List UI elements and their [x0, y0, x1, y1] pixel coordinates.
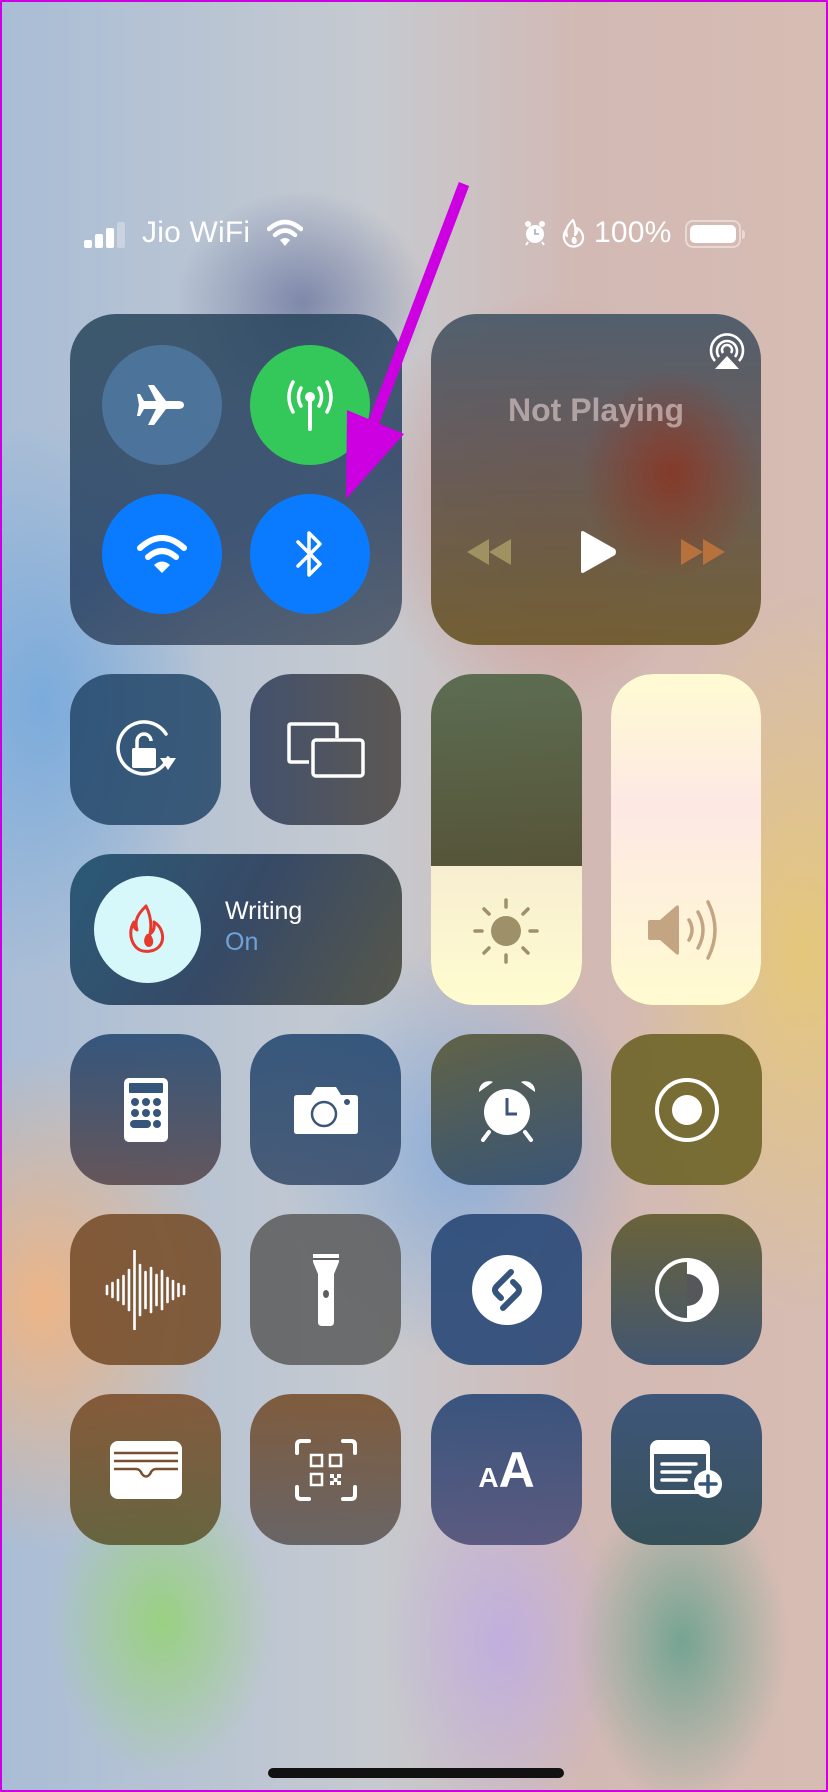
annotation-arrow — [346, 182, 470, 499]
control-center-screen: Jio WiFi 100% Not Playing Writing On AA — [0, 0, 828, 1792]
arrow-head — [346, 410, 404, 499]
